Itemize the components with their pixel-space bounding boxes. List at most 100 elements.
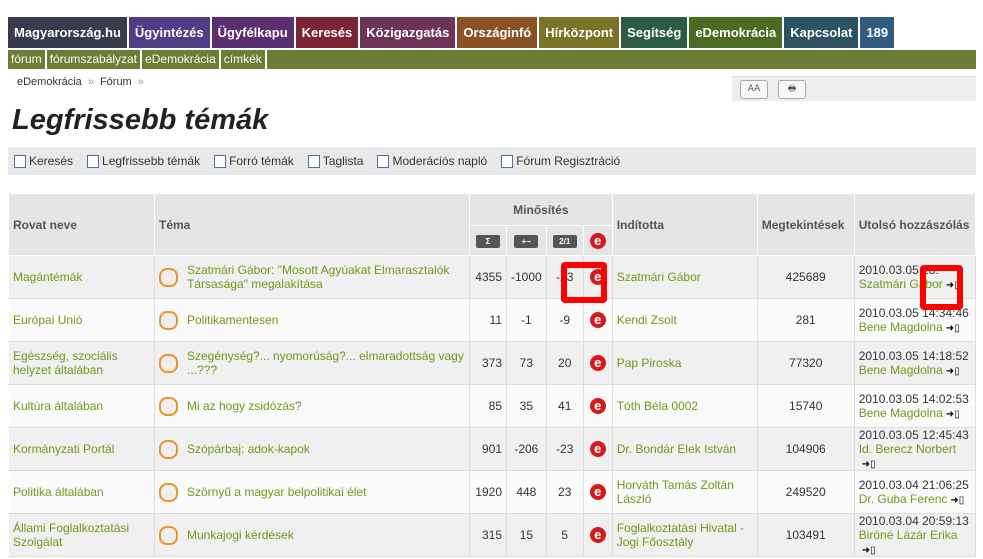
rating-ratio-icon[interactable]: 2/1 [552, 235, 577, 248]
forum-action-link[interactable]: Legfrissebb témák [87, 154, 200, 168]
last-post-user[interactable]: Dr. Guba Ferenc [859, 492, 948, 506]
edemokracia-icon[interactable]: e [589, 527, 606, 543]
edemokracia-cell[interactable]: e [582, 470, 613, 514]
last-post-user[interactable]: Bene Magdolna [859, 406, 943, 420]
forum-action-link[interactable]: Fórum Regisztráció [501, 154, 620, 168]
edemokracia-cell[interactable]: e [582, 298, 613, 342]
edemokracia-icon[interactable]: e [589, 484, 606, 500]
edemokracia-cell[interactable]: e [582, 341, 613, 385]
rovat-link[interactable]: Európai Unió [8, 298, 155, 342]
table-row: Kultúra általában Mi az hogy zsidózás? 85 3… [8, 384, 977, 428]
rating-sum-icon[interactable]: Σ [476, 235, 500, 248]
print-button[interactable]: 🖶 [778, 80, 806, 99]
last-post-user[interactable]: Id. Berecz Norbert [859, 442, 956, 456]
edemokracia-icon[interactable]: e [589, 398, 606, 414]
topnav-item[interactable]: Segítség [621, 17, 688, 48]
topnav-item[interactable]: Ügyfélkapu [211, 17, 294, 48]
subnav-item[interactable]: címkék [221, 50, 267, 69]
goto-last-post-icon[interactable]: ➜▯ [862, 545, 876, 556]
topnav-item[interactable]: Keresés [295, 17, 359, 48]
forum-action-link[interactable]: Moderációs napló [377, 154, 487, 168]
last-post-user[interactable]: Bene Magdolna [859, 320, 943, 334]
rating-plus-minus: 73 [506, 341, 547, 385]
rovat-link[interactable]: Állami Foglalkoztatási Szolgálat [8, 513, 155, 557]
forum-action-link[interactable]: Taglista [307, 154, 363, 168]
forum-action-link[interactable]: Forró témák [214, 154, 294, 168]
breadcrumb-forum[interactable]: Fórum [100, 76, 132, 88]
last-post-user[interactable]: Biróné Lázár Erika [859, 528, 958, 542]
rating-ratio: 41 [545, 384, 584, 428]
topics-table: Rovat neve Téma Minősítés Indította Megt… [8, 193, 977, 557]
last-post-date: 2010.03.04 21:06:25 [858, 478, 969, 492]
rating-plus-minus: 35 [506, 384, 547, 428]
rating-plus-minus: -1000 [506, 255, 547, 299]
col-rovat-header[interactable]: Rovat neve [8, 193, 155, 256]
topnav-item[interactable]: Magyarország.hu [8, 17, 127, 48]
tema-link[interactable]: Munkajogi kérdések [187, 528, 294, 542]
last-post-cell: 2010.03.04 21:06:25 Dr. Guba Ferenc ➜▯ [853, 470, 977, 514]
forum-action-link[interactable]: Keresés [14, 154, 73, 168]
topnav-item[interactable]: Kapcsolat [784, 17, 859, 48]
tema-link[interactable]: Politikamentesen [187, 313, 278, 327]
last-post-user[interactable]: Bene Magdolna [859, 363, 943, 377]
topnav-item[interactable]: Országinfó [457, 17, 538, 48]
forum-action-label: Moderációs napló [392, 154, 488, 168]
inditotta-link[interactable]: Pap Piroska [611, 341, 758, 385]
subnav-item[interactable]: fórumszabályzat [47, 50, 143, 69]
topic-icon [159, 525, 178, 545]
forum-action-label: Fórum Regisztráció [516, 154, 621, 168]
edemokracia-icon[interactable]: e [589, 441, 606, 457]
inditotta-link[interactable]: Szatmári Gábor [611, 255, 758, 299]
col-tema-header[interactable]: Téma [154, 193, 470, 256]
edemokracia-icon[interactable]: e [589, 355, 606, 371]
action-icon [501, 154, 514, 168]
rovat-link[interactable]: Magántémák [8, 255, 155, 299]
forum-action-label: Keresés [29, 154, 74, 168]
tema-link[interactable]: Mi az hogy zsidózás? [187, 399, 302, 413]
goto-last-post-icon[interactable]: ➜▯ [946, 366, 960, 377]
rovat-link[interactable]: Kultúra általában [8, 384, 155, 428]
rovat-link[interactable]: Kormányzati Portál [8, 427, 155, 471]
col-inditotta-header[interactable]: Indította [611, 193, 758, 256]
topnav-item[interactable]: Közigazgatás [360, 17, 456, 48]
tema-link[interactable]: Szatmári Gábor: "Mosott Agyúakat Elmaras… [187, 263, 465, 291]
table-row: Kormányzati Portál Szópárbaj: adok-kapok 9… [8, 427, 977, 471]
col-megtekintesek-header[interactable]: Megtekintések [756, 193, 855, 256]
topnav-item[interactable]: Ügyintézés [128, 17, 210, 48]
rating-plus-minus-icon[interactable]: +− [514, 235, 539, 248]
rating-sum: 901 [469, 427, 507, 471]
topnav-item[interactable]: 189 [860, 17, 895, 48]
inditotta-link[interactable]: Kendi Zsolt [611, 298, 758, 342]
rating-ratio: -9 [545, 298, 584, 342]
rating-ratio: 23 [545, 470, 584, 514]
last-post-cell: 2010.03.05 12:45:43 Id. Berecz Norbert ➜▯ [853, 427, 977, 471]
edemokracia-cell[interactable]: e [582, 384, 613, 428]
tema-link[interactable]: Szörnyű a magyar belpolitikai élet [187, 485, 366, 499]
inditotta-link[interactable]: Tóth Béla 0002 [611, 384, 758, 428]
tema-link[interactable]: Szópárbaj: adok-kapok [187, 442, 310, 456]
inditotta-link[interactable]: Horváth Tamás Zoltán László [611, 470, 758, 514]
views-count: 281 [756, 298, 855, 342]
topnav-item[interactable]: Hírközpont [539, 17, 620, 48]
subnav-item[interactable]: eDemokrácia [142, 50, 221, 69]
goto-last-post-icon[interactable]: ➜▯ [950, 495, 964, 506]
col-utolso-header[interactable]: Utolsó hozzászólás [853, 193, 977, 256]
tema-link[interactable]: Szegénység?... nyomorúság?... elmaradott… [187, 349, 465, 377]
edemokracia-cell[interactable]: e [582, 513, 613, 557]
topnav-item[interactable]: eDemokrácia [689, 17, 783, 48]
inditotta-link[interactable]: Dr. Bondár Elek István [611, 427, 758, 471]
views-count: 103491 [756, 513, 855, 557]
rovat-link[interactable]: Egészség, szociális helyzet általában [8, 341, 155, 385]
edemokracia-icon[interactable]: e [589, 232, 606, 249]
subnav-item[interactable]: fórum [8, 50, 47, 69]
font-size-button[interactable]: AA [740, 80, 768, 99]
edemokracia-icon[interactable]: e [589, 312, 606, 328]
rovat-link[interactable]: Politika általában [8, 470, 155, 514]
goto-last-post-icon[interactable]: ➜▯ [862, 459, 876, 470]
goto-last-post-icon[interactable]: ➜▯ [946, 323, 960, 334]
inditotta-link[interactable]: Foglalkoztatási Hivatal - Jogi Főosztály [611, 513, 758, 557]
goto-last-post-icon[interactable]: ➜▯ [946, 409, 960, 420]
edemokracia-cell[interactable]: e [582, 427, 613, 471]
breadcrumb-edemokracia[interactable]: eDemokrácia [17, 76, 82, 88]
topic-icon [159, 439, 178, 459]
